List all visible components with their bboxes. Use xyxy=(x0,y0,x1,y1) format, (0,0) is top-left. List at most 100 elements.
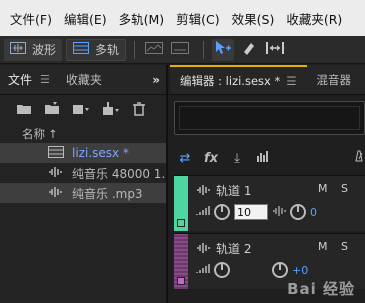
waveform-view-icon xyxy=(10,42,26,57)
track-select-square[interactable] xyxy=(177,277,185,285)
spectral-display-button[interactable] xyxy=(143,39,165,61)
open-folder-icon[interactable] xyxy=(16,103,32,118)
pan-knob[interactable] xyxy=(290,204,306,220)
pitch-display-button[interactable] xyxy=(169,39,191,61)
insert-icon[interactable] xyxy=(102,101,120,119)
mute-button[interactable]: M xyxy=(318,182,328,195)
delete-trash-icon[interactable] xyxy=(132,101,146,119)
track-controls-toolbar: ⇄ fx ⤓ xyxy=(174,145,365,171)
pan-value[interactable]: +0 xyxy=(292,264,308,277)
new-file-icon[interactable] xyxy=(72,102,90,119)
slip-tool-icon xyxy=(266,41,285,58)
file-item-session[interactable]: lizi.sesx * xyxy=(0,143,166,163)
track-color-strip xyxy=(174,234,188,289)
multitrack-view-label: 多轨 xyxy=(95,43,120,57)
panel-menu-icon[interactable]: ☰ xyxy=(40,73,50,86)
swap-arrows-icon: ⇄ xyxy=(179,150,191,166)
waveform-overview[interactable] xyxy=(174,101,365,135)
menu-edit[interactable]: 编辑(E) xyxy=(58,9,113,28)
file-item-label: 纯音乐 .mp3 xyxy=(72,186,143,201)
tab-favorites[interactable]: 收藏夹 xyxy=(58,71,110,88)
move-tool-button[interactable] xyxy=(212,38,235,61)
files-toolbar xyxy=(0,95,166,125)
track-volume-pan: 0 xyxy=(196,204,317,220)
overview-frame xyxy=(179,106,360,130)
track-1[interactable]: 轨道 1 M S 0 xyxy=(174,175,365,231)
eq-bars-icon xyxy=(257,150,269,166)
solo-button[interactable]: S xyxy=(341,240,348,253)
fx-icon: fx xyxy=(203,150,219,166)
pan-knob[interactable] xyxy=(272,262,288,278)
toolbar-divider xyxy=(134,40,136,59)
inputs-outputs-button[interactable]: ⇄ xyxy=(174,147,196,169)
stereo-balance-icon xyxy=(272,205,286,219)
track-header: 轨道 2 xyxy=(196,240,251,257)
volume-knob[interactable] xyxy=(214,204,230,220)
file-item-label: 纯音乐 48000 1.wa xyxy=(72,166,166,181)
name-column-label: 名称 xyxy=(22,127,45,141)
track-color-strip xyxy=(174,176,188,231)
tab-files[interactable]: 文件 ☰ xyxy=(0,71,58,88)
sends-icon: ⤓ xyxy=(234,150,240,166)
editor-tabs: 编辑器 : lizi.sesx * ☰ 混音器 xyxy=(170,64,365,95)
panel-overflow-chevron-icon[interactable]: » xyxy=(152,73,160,87)
watermark: Bai 经验 xyxy=(287,280,355,298)
waveform-view-button[interactable]: 波形 xyxy=(4,38,63,61)
tab-mixer-label: 混音器 xyxy=(316,72,352,87)
tab-favorites-label: 收藏夹 xyxy=(65,73,102,87)
name-column-header[interactable]: 名称 ↑ xyxy=(0,125,166,143)
sort-ascending-icon: ↑ xyxy=(48,127,58,141)
slip-tool-button[interactable] xyxy=(264,39,286,61)
track-name[interactable]: 轨道 2 xyxy=(216,240,251,257)
menu-multitrack[interactable]: 多轨(M) xyxy=(113,9,171,28)
waveform-view-label: 波形 xyxy=(32,43,57,57)
tab-editor[interactable]: 编辑器 : lizi.sesx * ☰ xyxy=(170,64,307,95)
audio-waveform-icon xyxy=(48,186,64,201)
menu-favorites[interactable]: 收藏夹(R) xyxy=(280,9,348,28)
razor-tool-button[interactable] xyxy=(238,39,260,61)
track-name[interactable]: 轨道 1 xyxy=(216,182,251,199)
eq-button[interactable] xyxy=(252,147,274,169)
menu-effects[interactable]: 效果(S) xyxy=(226,9,281,28)
multitrack-view-icon xyxy=(73,42,90,57)
editor-panel: 编辑器 : lizi.sesx * ☰ 混音器 ⇄ fx ⤓ 轨道 1 M S xyxy=(170,64,365,303)
tab-files-label: 文件 xyxy=(8,73,33,87)
sends-button[interactable]: ⤓ xyxy=(226,147,248,169)
pan-value[interactable]: 0 xyxy=(310,206,317,219)
menu-clip[interactable]: 剪辑(C) xyxy=(170,9,225,28)
audio-waveform-icon xyxy=(48,166,64,181)
volume-level-icon xyxy=(196,263,210,277)
solo-button[interactable]: S xyxy=(341,182,348,195)
multitrack-session-icon xyxy=(48,145,64,161)
tab-mixer[interactable]: 混音器 xyxy=(307,72,362,88)
audio-track-icon xyxy=(196,184,210,198)
audio-track-icon xyxy=(196,242,210,256)
file-item-label: lizi.sesx * xyxy=(72,146,129,160)
volume-level-icon xyxy=(196,205,210,219)
menu-bar: 文件(F) 编辑(E) 多轨(M) 剪辑(C) 效果(S) 收藏夹(R) xyxy=(0,0,365,36)
import-file-icon[interactable] xyxy=(44,101,60,119)
menu-file[interactable]: 文件(F) xyxy=(4,9,58,28)
metronome-icon xyxy=(353,150,365,166)
volume-input[interactable] xyxy=(234,204,268,220)
files-panel: 文件 ☰ 收藏夹 » 名称 ↑ lizi.sesx * 纯音乐 48000 1.… xyxy=(0,65,168,303)
volume-knob[interactable] xyxy=(214,262,230,278)
track-select-square[interactable] xyxy=(177,219,185,227)
multitrack-view-button[interactable]: 多轨 xyxy=(66,38,127,61)
tab-editor-label: 编辑器 : lizi.sesx * xyxy=(180,73,281,88)
move-tool-icon xyxy=(214,40,232,59)
toolbar-divider-2 xyxy=(203,40,205,59)
metronome-button[interactable] xyxy=(348,147,365,169)
pitch-display-icon xyxy=(171,42,190,57)
effects-rack-button[interactable]: fx xyxy=(200,147,222,169)
panel-menu-icon[interactable]: ☰ xyxy=(286,74,296,88)
mute-button[interactable]: M xyxy=(318,240,328,253)
main-toolbar: 波形 多轨 xyxy=(0,36,365,64)
razor-tool-icon xyxy=(241,40,257,59)
spectral-display-icon xyxy=(145,42,164,57)
files-panel-tabs: 文件 ☰ 收藏夹 » xyxy=(0,65,166,95)
track-volume-pan: +0 xyxy=(196,262,308,278)
file-item-audio-1[interactable]: 纯音乐 48000 1.wa xyxy=(0,163,166,183)
file-item-audio-2[interactable]: 纯音乐 .mp3 xyxy=(0,183,166,203)
track-header: 轨道 1 xyxy=(196,182,251,199)
